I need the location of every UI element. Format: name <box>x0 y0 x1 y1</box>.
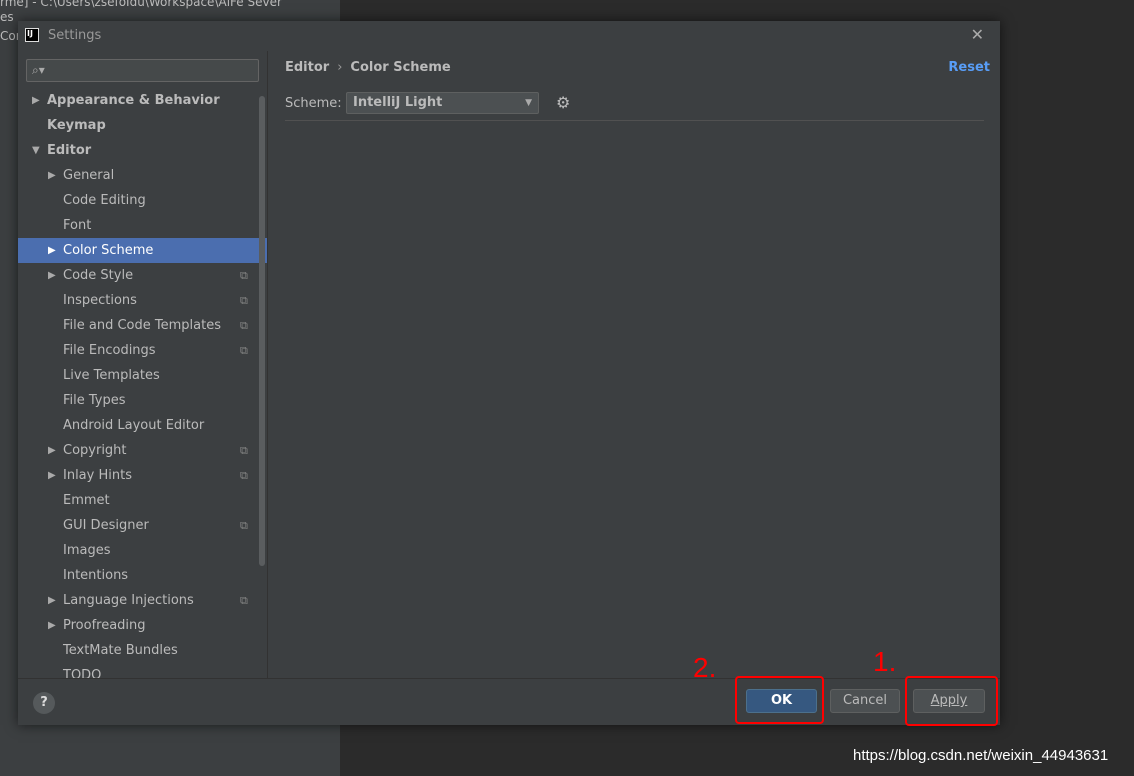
sidebar-item-inspections[interactable]: Inspections ⧉ <box>18 288 267 313</box>
main-panel: Editor › Color Scheme Reset Scheme: Intell… <box>268 51 1000 678</box>
chevron-right-icon[interactable]: ▶ <box>48 263 56 288</box>
settings-dialog: IJ Settings ✕ ⌕▾ ▶ Appearance & Behavior K… <box>18 21 1000 725</box>
sidebar-item-emmet[interactable]: Emmet <box>18 488 267 513</box>
annotation-box-apply <box>905 676 998 726</box>
sidebar-item-label: TextMate Bundles <box>63 643 178 658</box>
sidebar-item-android-layout-editor[interactable]: Android Layout Editor <box>18 413 267 438</box>
sidebar-item-font[interactable]: Font <box>18 213 267 238</box>
sidebar-item-copyright[interactable]: ▶ Copyright ⧉ <box>18 438 267 463</box>
sidebar-item-intentions[interactable]: Intentions <box>18 563 267 588</box>
sidebar-item-general[interactable]: ▶ General <box>18 163 267 188</box>
chevron-right-icon[interactable]: ▶ <box>48 463 56 488</box>
project-scope-icon: ⧉ <box>240 294 248 307</box>
watermark-url: https://blog.csdn.net/weixin_44943631 <box>853 747 1109 764</box>
chevron-right-icon[interactable]: ▶ <box>48 613 56 638</box>
sidebar-item-live-templates[interactable]: Live Templates <box>18 363 267 388</box>
sidebar-item-label: Images <box>63 543 111 558</box>
sidebar-item-code-style[interactable]: ▶ Code Style ⧉ <box>18 263 267 288</box>
sidebar-item-label: Color Scheme <box>63 243 154 258</box>
project-scope-icon: ⧉ <box>240 344 248 357</box>
sidebar-item-label: TODO <box>63 668 102 678</box>
background-text-line: rme] - C:\Users\zsefoIdu\Workspace\AiFe … <box>0 0 282 9</box>
scheme-selected-value: IntelliJ Light <box>353 95 443 110</box>
sidebar-scrollbar[interactable] <box>259 96 265 566</box>
sidebar-item-label: Android Layout Editor <box>63 418 205 433</box>
sidebar-item-label: Code Editing <box>63 193 146 208</box>
project-scope-icon: ⧉ <box>240 469 248 482</box>
chevron-right-icon[interactable]: ▶ <box>48 588 56 613</box>
settings-sidebar: ⌕▾ ▶ Appearance & Behavior Keymap ▼ Editor ▶ G… <box>18 51 267 678</box>
footer-divider <box>18 678 1000 679</box>
sidebar-item-keymap[interactable]: Keymap <box>18 113 267 138</box>
sidebar-item-language-injections[interactable]: ▶ Language Injections ⧉ <box>18 588 267 613</box>
chevron-right-icon[interactable]: ▶ <box>48 238 56 263</box>
chevron-right-icon[interactable]: ▶ <box>32 88 40 113</box>
chevron-right-icon[interactable]: ▶ <box>48 438 56 463</box>
project-scope-icon: ⧉ <box>240 319 248 332</box>
breadcrumb-separator: › <box>337 60 343 75</box>
sidebar-item-label: GUI Designer <box>63 518 149 533</box>
sidebar-item-label: Live Templates <box>63 368 160 383</box>
dialog-titlebar: IJ Settings ✕ <box>18 21 1000 51</box>
annotation-box-ok <box>735 676 824 724</box>
chevron-down-icon: ▼ <box>525 98 532 108</box>
intellij-app-icon: IJ <box>25 28 39 42</box>
reset-link[interactable]: Reset <box>948 60 990 75</box>
sidebar-item-file-encodings[interactable]: File Encodings ⧉ <box>18 338 267 363</box>
sidebar-item-label: File and Code Templates <box>63 318 221 333</box>
chevron-down-icon[interactable]: ▼ <box>32 138 40 163</box>
project-scope-icon: ⧉ <box>240 594 248 607</box>
scheme-label: Scheme: <box>285 96 342 111</box>
scheme-dropdown[interactable]: IntelliJ Light ▼ <box>346 92 539 114</box>
sidebar-item-label: Copyright <box>63 443 127 458</box>
sidebar-item-label: File Types <box>63 393 126 408</box>
sidebar-item-label: Appearance & Behavior <box>47 93 220 108</box>
sidebar-item-label: Proofreading <box>63 618 146 633</box>
sidebar-item-images[interactable]: Images <box>18 538 267 563</box>
breadcrumb-current: Color Scheme <box>350 60 451 75</box>
search-input[interactable]: ⌕▾ <box>26 59 259 82</box>
sidebar-item-label: Language Injections <box>63 593 194 608</box>
breadcrumb: Editor › Color Scheme <box>285 60 451 75</box>
sidebar-item-label: File Encodings <box>63 343 156 358</box>
sidebar-item-color-scheme[interactable]: ▶ Color Scheme <box>18 238 267 263</box>
sidebar-item-file-types[interactable]: File Types <box>18 388 267 413</box>
sidebar-item-label: Keymap <box>47 118 106 133</box>
annotation-step-2: 2. <box>693 652 717 683</box>
header-divider <box>285 120 984 121</box>
sidebar-item-label: Inlay Hints <box>63 468 132 483</box>
sidebar-item-label: Font <box>63 218 92 233</box>
annotation-step-1: 1. <box>873 646 897 677</box>
breadcrumb-parent[interactable]: Editor <box>285 60 329 75</box>
sidebar-item-label: General <box>63 168 115 183</box>
sidebar-item-inlay-hints[interactable]: ▶ Inlay Hints ⧉ <box>18 463 267 488</box>
help-button[interactable]: ? <box>33 692 55 714</box>
sidebar-item-proofreading[interactable]: ▶ Proofreading <box>18 613 267 638</box>
background-text-line: es <box>0 10 14 24</box>
gear-icon[interactable]: ⚙ <box>556 93 570 112</box>
search-icon: ⌕▾ <box>32 63 45 77</box>
sidebar-item-editor[interactable]: ▼ Editor <box>18 138 267 163</box>
sidebar-item-label: Inspections <box>63 293 137 308</box>
cancel-button[interactable]: Cancel <box>830 689 900 713</box>
sidebar-item-gui-designer[interactable]: GUI Designer ⧉ <box>18 513 267 538</box>
sidebar-item-label: Editor <box>47 143 92 158</box>
project-scope-icon: ⧉ <box>240 519 248 532</box>
sidebar-item-code-editing[interactable]: Code Editing <box>18 188 267 213</box>
project-scope-icon: ⧉ <box>240 444 248 457</box>
project-scope-icon: ⧉ <box>240 269 248 282</box>
dialog-title: Settings <box>48 28 102 43</box>
close-icon[interactable]: ✕ <box>971 25 984 44</box>
chevron-right-icon[interactable]: ▶ <box>48 163 56 188</box>
sidebar-item-label: Code Style <box>63 268 134 283</box>
sidebar-item-textmate-bundles[interactable]: TextMate Bundles <box>18 638 267 663</box>
sidebar-item-appearance-behavior[interactable]: ▶ Appearance & Behavior <box>18 88 267 113</box>
sidebar-item-label: Intentions <box>63 568 129 583</box>
sidebar-item-label: Emmet <box>63 493 110 508</box>
sidebar-item-todo[interactable]: TODO <box>18 663 267 678</box>
sidebar-item-file-and-code-templates[interactable]: File and Code Templates ⧉ <box>18 313 267 338</box>
